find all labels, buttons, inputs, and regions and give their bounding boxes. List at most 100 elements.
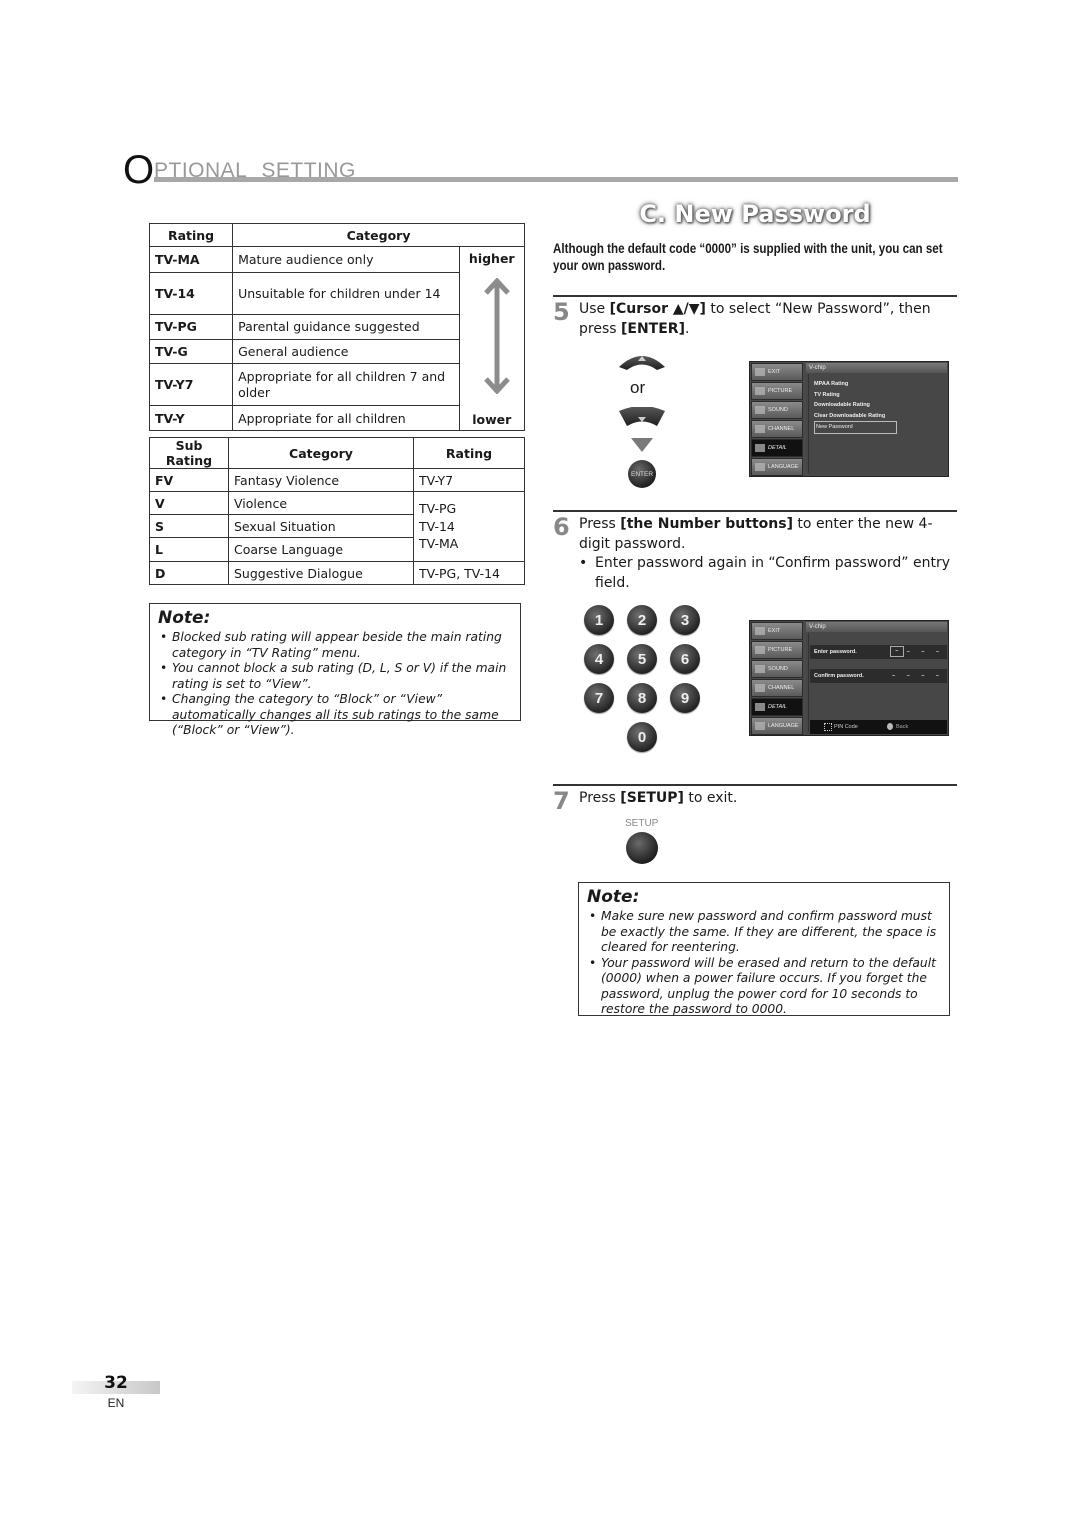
tv-menu-channel[interactable]: CHANNEL [751,679,803,697]
divider [553,784,957,786]
tv-menu-sound[interactable]: SOUND [751,660,803,678]
note-item: Make sure new password and confirm passw… [587,909,941,956]
number-button-7[interactable]: 7 [584,683,614,713]
tv-menu-picture[interactable]: PICTURE [751,641,803,659]
table-row: FV Fantasy Violence TV-Y7 [149,468,525,492]
back-button-icon [887,723,893,731]
tv-menu-picture[interactable]: PICTURE [751,382,803,400]
number-button-3[interactable]: 3 [670,605,700,635]
note-item: Your password will be erased and return … [587,956,941,1018]
confirm-password-field[interactable]: Confirm password. – – – – [810,669,947,683]
channel-icon [755,684,765,692]
step6-bullet: Enter password again in “Confirm passwor… [579,554,954,593]
step5-text: Use [Cursor ▲/▼] to select “New Password… [579,301,931,337]
sound-icon [755,665,765,673]
tv-option-selected[interactable]: New Password [814,421,897,434]
tv-menu-password: EXIT PICTURE SOUND CHANNEL DETAIL LANGUA… [749,620,949,736]
table-row: V Violence TV-PG TV-14 TV-MA [149,491,525,562]
number-button-1[interactable]: 1 [584,605,614,635]
tv-option[interactable]: Downloadable Rating [814,400,897,411]
cursor-down-button[interactable] [617,407,667,429]
cursor-up-button[interactable] [617,349,667,371]
number-button-6[interactable]: 6 [670,644,700,674]
note-title: Note: [587,887,640,907]
exit-icon [755,627,765,635]
tv-sidebar: EXIT PICTURE SOUND CHANNEL DETAIL LANGUA… [751,622,803,736]
or-label: or [630,378,646,397]
subrating-table: Sub Rating Category Rating FV Fantasy Vi… [149,437,525,585]
tv-main-panel: V-chip Enter password. – – – – Confirm pa… [806,622,947,734]
col-header-rating: Rating [148,223,234,247]
tv-menu-exit[interactable]: EXIT [751,363,803,381]
language-icon [755,722,765,730]
tv-option-list: MPAA Rating TV Rating Downloadable Ratin… [814,379,897,434]
divider [553,295,957,297]
number-button-0[interactable]: 0 [627,722,657,752]
tv-option[interactable]: TV Rating [814,390,897,401]
pin-code-hint: PIN Code [824,720,858,734]
note-title: Note: [158,608,211,628]
enter-password-field[interactable]: Enter password. – – – – [810,645,947,659]
active-digit-cursor: – [889,646,904,658]
step-number: 6 [553,513,570,541]
rating-table: Rating Category TV-MA Mature audience on… [148,223,526,431]
section-title: C. New Password [639,200,871,228]
tv-panel-title: V-chip [806,622,947,632]
number-button-2[interactable]: 2 [627,605,657,635]
header-initial: O [123,148,155,192]
section-header: O PTIONAL SETTING [123,150,958,190]
col-header-category: Category [232,223,525,247]
channel-icon [755,425,765,433]
step7-text: Press [SETUP] to exit. [579,790,738,806]
exit-icon [755,368,765,376]
step6-text: Press [the Number buttons] to enter the … [579,515,954,593]
tv-option[interactable]: Clear Downloadable Rating [814,411,897,422]
col-header-rating: Rating [413,437,525,469]
tv-sidebar: EXIT PICTURE SOUND CHANNEL DETAIL LANGUA… [751,363,803,477]
tv-option[interactable]: MPAA Rating [814,379,897,390]
col-header-category: Category [228,437,414,469]
enter-button[interactable]: ENTER [628,460,656,488]
note-box: Note: Make sure new password and confirm… [578,882,950,1016]
note-list: Blocked sub rating will appear beside th… [158,630,512,739]
tv-footer: PIN Code Back [810,720,947,734]
note-item: Changing the category to “Block” or “Vie… [158,692,512,739]
tv-menu-detail[interactable]: DETAIL [751,698,803,716]
note-item: Blocked sub rating will appear beside th… [158,630,512,661]
tv-menu-exit[interactable]: EXIT [751,622,803,640]
tv-menu-sound[interactable]: SOUND [751,401,803,419]
lower-label: lower [472,412,512,427]
number-button-9[interactable]: 9 [670,683,700,713]
note-list: Make sure new password and confirm passw… [587,909,941,1018]
detail-icon [755,703,765,711]
note-item: You cannot block a sub rating (D, L, S o… [158,661,512,692]
page-number: 32 [104,1373,128,1393]
header-rule [154,177,958,182]
up-down-arrow-icon [483,278,510,394]
tv-menu-detail[interactable]: DETAIL [751,439,803,457]
tv-menu-language[interactable]: LANGUAGE [751,717,803,735]
higher-label: higher [468,251,515,266]
table-row: TV-MA Mature audience only higher lower [148,246,526,431]
setup-label: SETUP [625,818,659,829]
number-button-8[interactable]: 8 [627,683,657,713]
picture-icon [755,387,765,395]
tv-menu-vchip: EXIT PICTURE SOUND CHANNEL DETAIL LANGUA… [749,361,949,477]
language-code: EN [107,1396,125,1410]
intro-text: Although the default code “0000” is supp… [553,241,943,273]
tv-main-panel: V-chip MPAA Rating TV Rating Downloadabl… [806,363,947,475]
keypad-icon [824,722,832,731]
detail-icon [755,444,765,452]
setup-button[interactable] [626,832,658,864]
tv-panel-title: V-chip [806,363,947,373]
step-number: 7 [553,787,570,815]
language-icon [755,463,765,471]
number-button-5[interactable]: 5 [627,644,657,674]
note-box: Note: Blocked sub rating will appear bes… [149,603,521,737]
back-hint: Back [887,720,908,734]
tv-menu-language[interactable]: LANGUAGE [751,458,803,476]
sound-icon [755,406,765,414]
picture-icon [755,646,765,654]
tv-menu-channel[interactable]: CHANNEL [751,420,803,438]
number-button-4[interactable]: 4 [584,644,614,674]
